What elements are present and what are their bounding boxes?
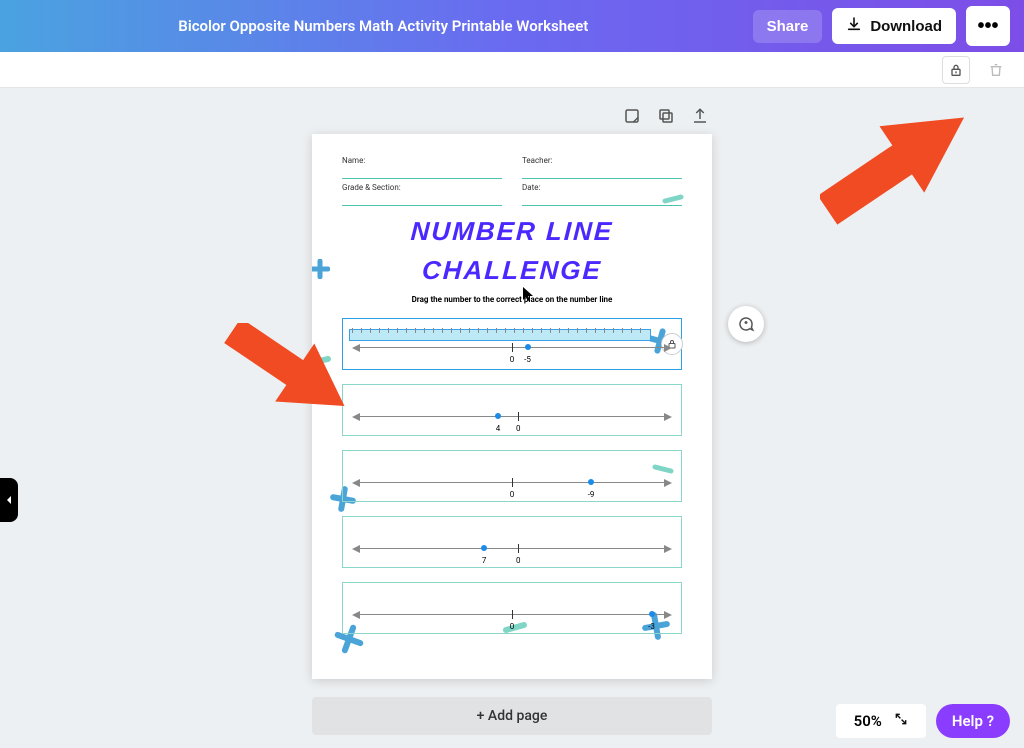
app-header: Bicolor Opposite Numbers Math Activity P… [0,0,1024,52]
page-actions [312,106,712,126]
upload-icon[interactable] [690,106,710,126]
canvas: Name: Teacher: Grade & Section: Date: NU… [0,88,1024,748]
number-line-box[interactable]: 0 -9 [342,450,682,502]
download-icon [846,16,862,36]
teacher-label: Teacher: [522,156,682,165]
grade-label: Grade & Section: [342,183,502,192]
zero-label: 0 [516,424,521,433]
worksheet-title-line1: NUMBER LINE [341,218,682,245]
number-line: 0-5 [357,347,667,348]
bottom-bar: 50% Help ? [836,704,1010,738]
info-row: Name: Teacher: [342,156,682,179]
value-label: 4 [496,424,501,433]
number-line: 0-3 [357,614,667,615]
number-line: 0-9 [357,482,667,483]
worksheet-subtitle: Drag the number to the correct place on … [342,295,682,304]
lock-icon[interactable] [942,56,970,84]
zero-label: 0 [510,490,515,499]
number-dot [649,611,655,617]
zoom-control[interactable]: 50% [836,704,926,738]
trash-icon[interactable] [982,56,1010,84]
secondary-toolbar [0,52,1024,88]
selection-highlight [349,329,651,341]
number-dot [481,545,487,551]
number-line-box[interactable]: 07 [342,516,682,568]
download-label: Download [870,18,942,35]
number-dot [525,344,531,350]
header-actions: Share Download ••• [753,6,1010,46]
worksheet-page[interactable]: Name: Teacher: Grade & Section: Date: NU… [312,134,712,679]
zero-label: 0 [510,355,515,364]
annotation-arrow [820,108,990,238]
page-column: Name: Teacher: Grade & Section: Date: NU… [312,106,712,735]
value-label: -5 [524,355,531,364]
duplicate-icon[interactable] [656,106,676,126]
number-line-box[interactable]: 04 [342,384,682,436]
zero-label: 0 [516,556,521,565]
number-line: 07 [357,548,667,549]
ellipsis-icon: ••• [978,15,999,38]
zero-label: 0 [510,622,515,631]
doc-title: Bicolor Opposite Numbers Math Activity P… [14,17,753,35]
cursor-icon [522,286,534,306]
worksheet-title-line2: CHALLENGE [341,257,682,284]
info-row: Grade & Section: Date: [342,183,682,206]
number-line-box[interactable]: 0 -5 [342,318,682,370]
number-line: 04 [357,416,667,417]
value-label: -9 [588,490,595,499]
minus-deco-icon [312,356,332,366]
add-page-button[interactable]: + Add page [312,697,712,735]
download-button[interactable]: Download [832,8,956,44]
date-label: Date: [522,183,682,192]
share-button[interactable]: Share [753,10,823,43]
value-label: 7 [482,556,487,565]
number-dot [495,413,501,419]
more-button[interactable]: ••• [966,6,1010,46]
name-label: Name: [342,156,502,165]
comment-button[interactable] [728,306,764,342]
help-button[interactable]: Help ? [936,704,1010,738]
side-expand-tab[interactable] [0,478,18,522]
plus-deco-icon [312,259,330,279]
zoom-label: 50% [854,712,882,730]
expand-icon [894,712,908,730]
number-line-box[interactable]: 0 -3 [342,582,682,634]
value-label: -3 [648,622,655,631]
number-dot [588,479,594,485]
notes-icon[interactable] [622,106,642,126]
